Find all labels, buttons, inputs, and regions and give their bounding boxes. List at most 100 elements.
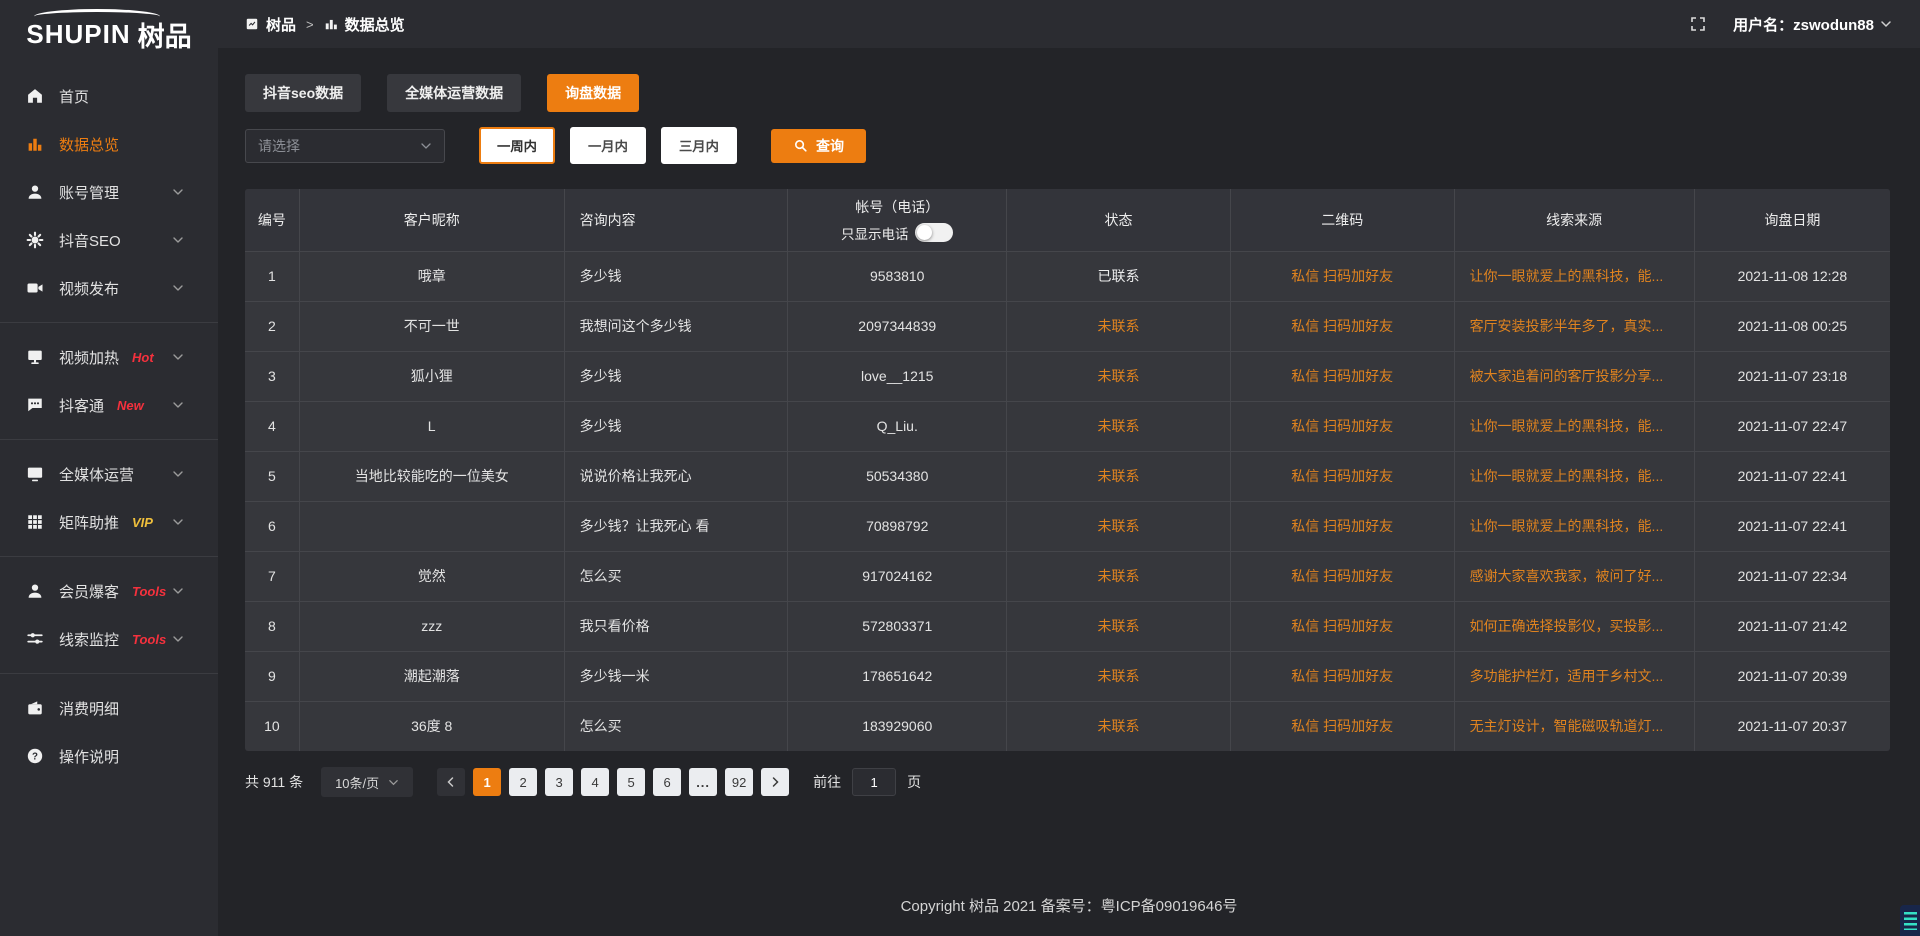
cell-date: 2021-11-07 22:47 [1694, 401, 1890, 451]
cell-source[interactable]: 让你一眼就爱上的黑科技，能... [1454, 401, 1694, 451]
cell-qrcode[interactable]: 私信 扫码加好友 [1230, 351, 1454, 401]
cell-account: 50534380 [788, 451, 1007, 501]
per-page-select[interactable]: 10条/页 [321, 767, 413, 797]
table-row: 8zzz我只看价格572803371未联系私信 扫码加好友如何正确选择投影仪，买… [245, 601, 1890, 651]
table-row: 2不可一世我想问这个多少钱2097344839未联系私信 扫码加好友客厅安装投影… [245, 301, 1890, 351]
tab-3[interactable]: 询盘数据 [547, 74, 639, 112]
sidebar-item-badge: Tools [132, 584, 166, 599]
cell-qrcode[interactable]: 私信 扫码加好友 [1230, 451, 1454, 501]
cell-date: 2021-11-07 20:39 [1694, 651, 1890, 701]
sidebar-item-data-overview[interactable]: 数据总览 [0, 120, 218, 168]
cell-index: 5 [245, 451, 299, 501]
cell-source[interactable]: 感谢大家喜欢我家，被问了好... [1454, 551, 1694, 601]
sidebar-item-label: 首页 [59, 86, 89, 107]
page-button-5[interactable]: 5 [617, 768, 645, 796]
page-unit-label: 页 [907, 772, 921, 792]
cell-source[interactable]: 多功能护栏灯，适用于乡村文... [1454, 651, 1694, 701]
page-button-4[interactable]: 4 [581, 768, 609, 796]
cell-status: 未联系 [1007, 701, 1231, 751]
cell-qrcode[interactable]: 私信 扫码加好友 [1230, 251, 1454, 301]
cell-source[interactable]: 如何正确选择投影仪，买投影... [1454, 601, 1694, 651]
filter-select-placeholder: 请选择 [258, 136, 300, 156]
sidebar-item-douketong[interactable]: 抖客通New [0, 381, 218, 429]
cell-qrcode[interactable]: 私信 扫码加好友 [1230, 701, 1454, 751]
cell-qrcode[interactable]: 私信 扫码加好友 [1230, 551, 1454, 601]
table-row: 7觉然怎么买917024162未联系私信 扫码加好友感谢大家喜欢我家，被问了好.… [245, 551, 1890, 601]
tab-1[interactable]: 抖音seo数据 [245, 74, 361, 112]
sidebar-item-operation-guide[interactable]: ?操作说明 [0, 732, 218, 780]
sidebar-item-label: 全媒体运营 [59, 464, 134, 485]
cell-source[interactable]: 让你一眼就爱上的黑科技，能... [1454, 501, 1694, 551]
page-button-2[interactable]: 2 [509, 768, 537, 796]
breadcrumb-root[interactable]: 树品 [266, 14, 296, 35]
cell-account: 178651642 [788, 651, 1007, 701]
goto-page-input[interactable] [852, 768, 896, 796]
cell-status: 未联系 [1007, 651, 1231, 701]
page-button-3[interactable]: 3 [545, 768, 573, 796]
sidebar-item-home[interactable]: 首页 [0, 72, 218, 120]
cell-status: 未联系 [1007, 501, 1231, 551]
range-button-3[interactable]: 三月内 [661, 127, 737, 164]
table-header-row: 编号 客户昵称 咨询内容 帐号（电话） 只显示电话 状态 二维码 线索来源 [245, 189, 1890, 251]
cell-nickname: 狐小狸 [299, 351, 564, 401]
cell-index: 2 [245, 301, 299, 351]
tab-2[interactable]: 全媒体运营数据 [387, 74, 521, 112]
chevron-left-icon [445, 776, 457, 788]
sidebar-item-label: 会员爆客 [59, 581, 119, 602]
sidebar-item-member-baoke[interactable]: 会员爆客 Tools [0, 567, 218, 615]
cell-date: 2021-11-07 23:18 [1694, 351, 1890, 401]
query-button[interactable]: 查询 [771, 129, 866, 163]
cell-qrcode[interactable]: 私信 扫码加好友 [1230, 501, 1454, 551]
range-button-1[interactable]: 一周内 [479, 127, 555, 164]
sidebar-item-video-heat[interactable]: 视频加热Hot [0, 333, 218, 381]
cell-qrcode[interactable]: 私信 扫码加好友 [1230, 651, 1454, 701]
cell-source[interactable]: 让你一眼就爱上的黑科技，能... [1454, 451, 1694, 501]
phone-only-toggle[interactable] [915, 223, 953, 242]
cell-account: 917024162 [788, 551, 1007, 601]
page-ellipsis-button[interactable]: ... [689, 768, 717, 796]
sidebar: SHUPIN 树品 首页数据总览账号管理抖音SEO视频发布视频加热Hot抖客通N… [0, 0, 218, 936]
page-button-1[interactable]: 1 [473, 768, 501, 796]
range-button-2[interactable]: 一月内 [570, 127, 646, 164]
next-page-button[interactable] [761, 768, 789, 796]
video-icon [25, 279, 45, 297]
cell-source[interactable]: 客厅安装投影半年多了，真实... [1454, 301, 1694, 351]
cell-qrcode[interactable]: 私信 扫码加好友 [1230, 401, 1454, 451]
user-menu[interactable]: 用户名：zswodun88 [1733, 14, 1892, 35]
col-content: 咨询内容 [564, 189, 788, 251]
cell-qrcode[interactable]: 私信 扫码加好友 [1230, 301, 1454, 351]
topbar-right: 用户名：zswodun88 [1690, 14, 1892, 35]
menu-divider [0, 556, 218, 557]
cell-index: 6 [245, 501, 299, 551]
col-status: 状态 [1007, 189, 1231, 251]
cell-index: 9 [245, 651, 299, 701]
sidebar-item-matrix-boost[interactable]: 矩阵助推VIP [0, 498, 218, 546]
phone-only-row: 只显示电话 [788, 223, 1006, 243]
sidebar-item-video-publish[interactable]: 视频发布 [0, 264, 218, 312]
cell-status: 未联系 [1007, 601, 1231, 651]
cell-source[interactable]: 无主灯设计，智能磁吸轨道灯... [1454, 701, 1694, 751]
cell-content: 多少钱一米 [564, 651, 788, 701]
cell-qrcode[interactable]: 私信 扫码加好友 [1230, 601, 1454, 651]
filter-row: 请选择 一周内一月内三月内 查询 [245, 127, 1890, 164]
prev-page-button[interactable] [437, 768, 465, 796]
col-account-label: 帐号（电话） [788, 197, 1006, 217]
page-button-6[interactable]: 6 [653, 768, 681, 796]
sidebar-item-lead-monitor[interactable]: 线索监控Tools [0, 615, 218, 663]
fullscreen-icon[interactable] [1690, 16, 1706, 32]
sidebar-item-douyin-seo[interactable]: 抖音SEO [0, 216, 218, 264]
cell-source[interactable]: 让你一眼就爱上的黑科技，能... [1454, 251, 1694, 301]
cell-date: 2021-11-08 00:25 [1694, 301, 1890, 351]
sidebar-item-media-operation[interactable]: 全媒体运营 [0, 450, 218, 498]
page-button-92[interactable]: 92 [725, 768, 753, 796]
date-range-group: 一周内一月内三月内 [479, 127, 737, 164]
filter-select[interactable]: 请选择 [245, 129, 445, 163]
phone-only-label: 只显示电话 [841, 223, 909, 243]
cell-index: 1 [245, 251, 299, 301]
sidebar-item-account-management[interactable]: 账号管理 [0, 168, 218, 216]
floating-widget[interactable] [1900, 905, 1920, 936]
sidebar-item-consume-detail[interactable]: 消费明细 [0, 684, 218, 732]
cell-source[interactable]: 被大家追着问的客厅投影分享... [1454, 351, 1694, 401]
logo[interactable]: SHUPIN 树品 [0, 8, 218, 60]
col-date: 询盘日期 [1694, 189, 1890, 251]
